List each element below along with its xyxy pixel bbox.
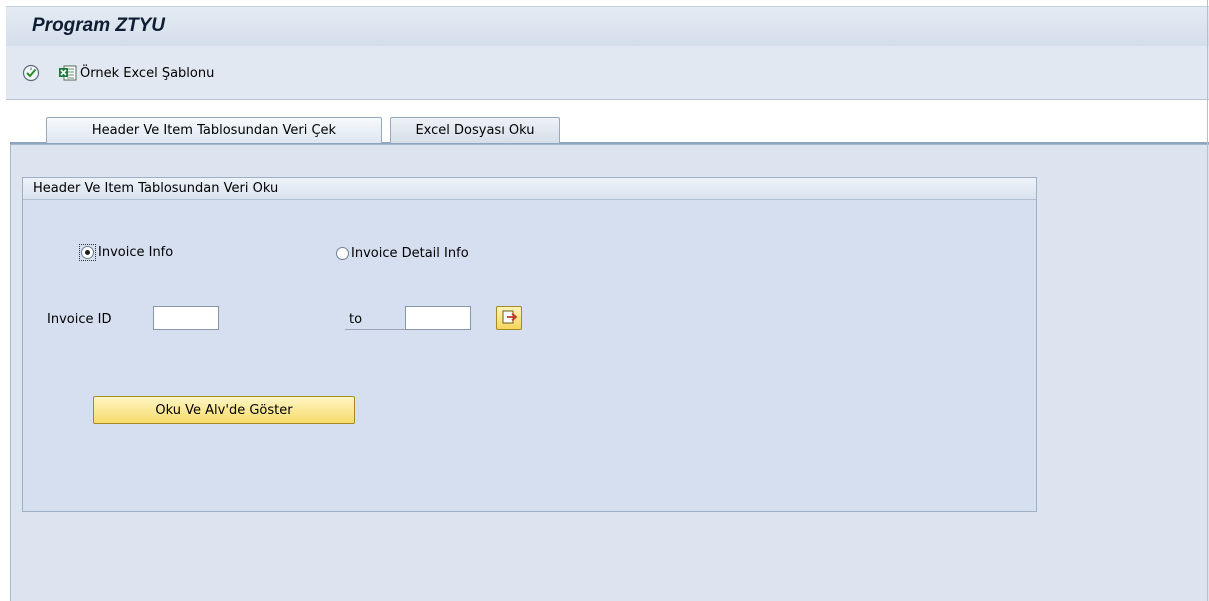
radio-checked-icon <box>81 246 94 259</box>
tab-excel-file-read[interactable]: Excel Dosyası Oku <box>390 117 560 143</box>
radio-invoice-info[interactable]: Invoice Info <box>79 244 173 261</box>
tab-label: Excel Dosyası Oku <box>415 123 535 138</box>
invoice-id-label: Invoice ID <box>47 312 112 327</box>
sap-program-screen: Program ZTYU Örnek Excel Şablonu Header … <box>0 0 1209 601</box>
invoice-id-to-input[interactable] <box>405 306 471 330</box>
tab-strip: Header Ve Item Tablosundan Veri Çek Exce… <box>6 100 1209 144</box>
group-box-title: Header Ve Item Tablosundan Veri Oku <box>23 178 1036 200</box>
radio-focus-outline <box>79 244 96 261</box>
multiple-selection-button[interactable] <box>496 306 522 330</box>
example-excel-template-label: Örnek Excel Şablonu <box>80 65 215 81</box>
tab-header-item-data[interactable]: Header Ve Item Tablosundan Veri Çek <box>46 117 382 143</box>
invoice-id-from-input[interactable] <box>153 306 219 330</box>
radio-invoice-info-label: Invoice Info <box>98 245 174 260</box>
execute-button[interactable] <box>22 64 40 82</box>
excel-icon <box>59 65 77 81</box>
window-right-border <box>1207 0 1208 601</box>
application-toolbar: Örnek Excel Şablonu <box>6 46 1209 100</box>
read-and-show-in-alv-button[interactable]: Oku Ve Alv'de Göster <box>93 396 355 424</box>
radio-invoice-detail-info-label: Invoice Detail Info <box>351 246 469 261</box>
invoice-id-to-label: to <box>345 312 405 330</box>
radio-invoice-detail-info[interactable]: Invoice Detail Info <box>336 246 469 261</box>
multiple-selection-icon <box>502 310 518 324</box>
tab-content-panel: Header Ve Item Tablosundan Veri Oku Invo… <box>10 144 1209 601</box>
title-bar: Program ZTYU <box>6 6 1209 46</box>
radio-unchecked-icon <box>336 247 349 260</box>
example-excel-template-button[interactable]: Örnek Excel Şablonu <box>58 62 214 84</box>
tab-label: Header Ve Item Tablosundan Veri Çek <box>91 123 337 138</box>
execute-icon <box>22 64 40 82</box>
page-title: Program ZTYU <box>32 15 166 36</box>
selection-group-box: Header Ve Item Tablosundan Veri Oku Invo… <box>22 177 1037 512</box>
